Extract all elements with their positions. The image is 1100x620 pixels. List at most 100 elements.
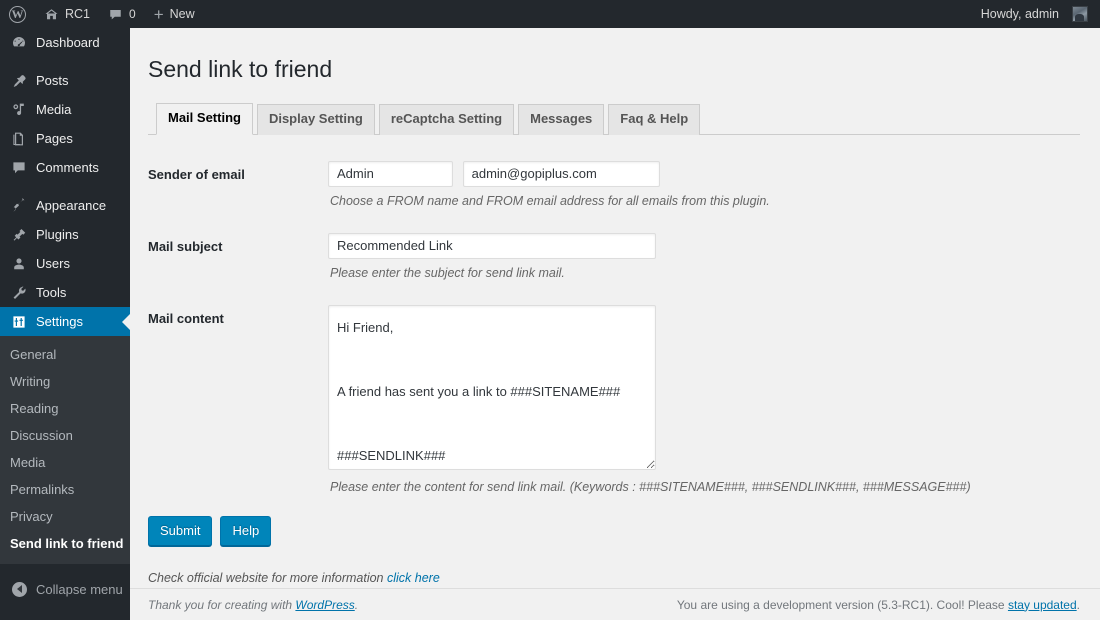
site-name-menu-item[interactable]: RC1 (35, 0, 99, 28)
sidebar-item-label: Settings (36, 314, 83, 329)
subject-field-group: Please enter the subject for send link m… (328, 232, 1080, 283)
submenu-item-send-link-to-friend[interactable]: Send link to friend (0, 530, 130, 557)
sender-label: Sender of email (148, 166, 245, 182)
sidebar-item-comments[interactable]: Comments (0, 153, 130, 182)
comments-count: 0 (129, 7, 136, 21)
settings-tabs: Mail Setting Display Setting reCaptcha S… (148, 103, 1080, 135)
sender-field-group: Choose a FROM name and FROM email addres… (328, 160, 1080, 211)
sidebar-item-label: Dashboard (36, 35, 100, 50)
sidebar-item-label: Users (36, 256, 70, 271)
sidebar-item-posts[interactable]: Posts (0, 66, 130, 95)
avatar (1072, 6, 1088, 22)
plugins-plug-icon (10, 227, 28, 243)
site-name-label: RC1 (65, 7, 91, 21)
row-spacer (148, 282, 1080, 305)
submenu-item-discussion[interactable]: Discussion (0, 422, 130, 449)
form-row-subject: Mail subject Please enter the subject fo… (148, 232, 1080, 283)
footer-version-post: . (1076, 597, 1080, 612)
sidebar-item-label: Appearance (36, 198, 107, 213)
submenu-item-writing[interactable]: Writing (0, 368, 130, 395)
sidebar-item-label: Posts (36, 73, 69, 88)
subject-label: Mail subject (148, 238, 223, 254)
collapse-arrow-icon (12, 581, 27, 597)
footer-thankyou-post: . (354, 597, 359, 612)
form-row-content: Mail content Hi Friend, A friend has sen… (148, 305, 1080, 497)
submenu-item-general[interactable]: General (0, 341, 130, 368)
page-body: Send link to friend Mail Setting Display… (130, 28, 1100, 585)
sidebar-item-dashboard[interactable]: Dashboard (0, 28, 130, 57)
submit-button[interactable]: Submit (148, 516, 213, 547)
sidebar-item-pages[interactable]: Pages (0, 124, 130, 153)
sidebar-item-label: Plugins (36, 227, 79, 242)
content-label: Mail content (148, 311, 224, 327)
sidebar-item-tools[interactable]: Tools (0, 278, 130, 307)
menu-separator (0, 57, 130, 66)
sidebar-item-settings[interactable]: Settings (0, 307, 130, 336)
my-account-menu-item[interactable]: Howdy, admin (972, 0, 1100, 28)
click-here-link[interactable]: click here (387, 571, 440, 585)
sidebar-item-label: Tools (36, 285, 67, 300)
mail-content-textarea[interactable]: Hi Friend, A friend has sent you a link … (328, 305, 656, 471)
row-spacer (148, 211, 1080, 233)
admin-footer: Thank you for creating with WordPress. Y… (130, 588, 1100, 620)
new-content-menu-item[interactable]: + New (145, 0, 204, 28)
tab-mail-setting[interactable]: Mail Setting (156, 103, 253, 135)
sidebar-item-label: Pages (36, 131, 73, 146)
stay-updated-link[interactable]: stay updated (1008, 598, 1077, 612)
page-title: Send link to friend (148, 56, 333, 82)
submenu-item-permalinks[interactable]: Permalinks (0, 476, 130, 503)
official-website-line: Check official website for more informat… (148, 571, 1080, 585)
sidebar-item-plugins[interactable]: Plugins (0, 220, 130, 249)
collapse-menu-label: Collapse menu (36, 581, 123, 597)
subject-description: Please enter the subject for send link m… (330, 265, 565, 280)
footer-thankyou-pre: Thank you for creating with (148, 597, 296, 612)
tab-recaptcha-setting[interactable]: reCaptcha Setting (378, 104, 515, 135)
official-website-text: Check official website for more informat… (148, 571, 387, 586)
settings-submenu: General Writing Reading Discussion Media… (0, 336, 130, 564)
sidebar-item-appearance[interactable]: Appearance (0, 191, 130, 220)
submenu-item-reading[interactable]: Reading (0, 395, 130, 422)
content-description: Please enter the content for send link m… (330, 480, 971, 495)
sidebar-item-label: Media (36, 102, 72, 117)
dashboard-icon (10, 35, 28, 51)
submenu-item-privacy[interactable]: Privacy (0, 503, 130, 530)
pages-icon (10, 131, 28, 147)
tab-display-setting[interactable]: Display Setting (256, 104, 375, 135)
wordpress-logo-icon: W (9, 5, 26, 23)
media-icon (10, 102, 28, 118)
submenu-item-media[interactable]: Media (0, 449, 130, 476)
content-area: Send link to friend Mail Setting Display… (130, 28, 1100, 620)
form-row-sender: Sender of email Choose a FROM name and F… (148, 160, 1080, 211)
posts-pin-icon (10, 73, 28, 89)
content-field-group: Hi Friend, A friend has sent you a link … (328, 305, 1080, 497)
sender-email-input[interactable] (462, 160, 660, 187)
wordpress-link[interactable]: WordPress (295, 598, 354, 612)
comments-bubble-icon (10, 160, 28, 176)
new-label: New (169, 7, 195, 21)
tab-messages[interactable]: Messages (518, 104, 605, 135)
appearance-brush-icon (10, 197, 28, 214)
home-icon (44, 7, 59, 22)
admin-bar: W RC1 0 + New Howdy, admin (0, 0, 1100, 28)
tab-faq-help[interactable]: Faq & Help (608, 104, 701, 135)
wp-logo-menu-item[interactable]: W (0, 0, 35, 28)
comments-menu-item[interactable]: 0 (99, 0, 145, 28)
collapse-menu-button[interactable]: Collapse menu (0, 574, 130, 604)
tools-wrench-icon (10, 285, 28, 301)
footer-version-pre: You are using a development version (5.3… (676, 597, 1008, 612)
help-button[interactable]: Help (220, 516, 272, 547)
footer-version: You are using a development version (5.3… (677, 598, 1080, 612)
sidebar-item-users[interactable]: Users (0, 249, 130, 278)
admin-sidebar-menu: Dashboard Posts Media Pages Comments App… (0, 28, 130, 620)
form-actions: Submit Help (148, 516, 1080, 547)
mail-subject-input[interactable] (328, 232, 656, 259)
sidebar-item-label: Comments (36, 160, 99, 175)
sender-name-input[interactable] (328, 160, 453, 187)
plus-icon: + (153, 4, 164, 24)
footer-thankyou: Thank you for creating with WordPress. (148, 598, 358, 612)
settings-sliders-icon (10, 314, 28, 330)
sender-description: Choose a FROM name and FROM email addres… (330, 193, 770, 208)
menu-separator (0, 182, 130, 191)
sidebar-item-media[interactable]: Media (0, 95, 130, 124)
howdy-label: Howdy, admin (980, 7, 1059, 21)
